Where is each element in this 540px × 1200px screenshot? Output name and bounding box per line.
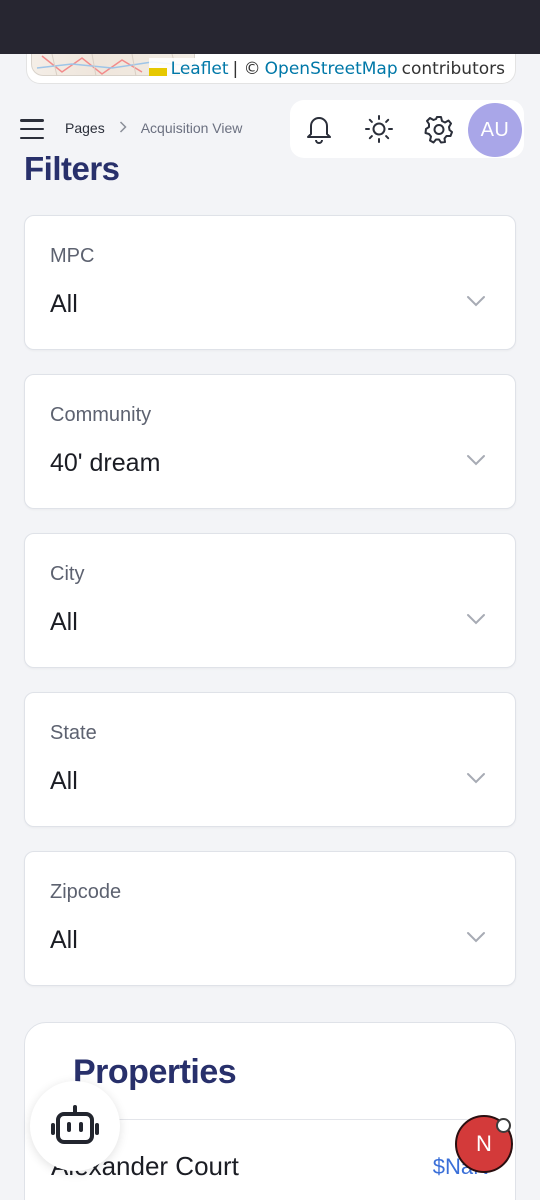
chevron-down-icon [467, 614, 485, 625]
chevron-right-icon [119, 121, 127, 133]
sun-icon[interactable] [364, 114, 394, 144]
attribution-suffix: contributors [401, 59, 505, 79]
filter-value: All [50, 290, 78, 318]
flag-icon [148, 68, 167, 76]
map-strip[interactable]: Leaflet | © OpenStreetMap contributors [26, 54, 516, 84]
breadcrumb: Pages Acquisition View [65, 120, 242, 136]
chatbot-button[interactable] [30, 1081, 120, 1171]
filter-state-select[interactable]: State All [24, 692, 516, 827]
bell-icon[interactable] [304, 114, 334, 144]
avatar[interactable]: AU [468, 103, 522, 157]
filter-value: 40' dream [50, 449, 161, 477]
filter-value: All [50, 926, 78, 954]
filter-label: City [50, 563, 85, 585]
leaflet-link[interactable]: Leaflet [171, 59, 229, 79]
filter-label: Zipcode [50, 881, 122, 903]
chevron-down-icon [467, 296, 485, 307]
menu-icon[interactable] [20, 119, 44, 139]
filter-value: All [50, 608, 78, 636]
filter-city-select[interactable]: City All [24, 533, 516, 668]
chevron-down-icon [467, 932, 485, 943]
openstreetmap-link[interactable]: OpenStreetMap [265, 59, 398, 79]
filter-label: State [50, 722, 97, 744]
breadcrumb-current: Acquisition View [140, 120, 243, 136]
badge-indicator-dot [496, 1118, 511, 1133]
filter-zipcode-select[interactable]: Zipcode All [24, 851, 516, 986]
filter-value: All [50, 767, 78, 795]
attribution-separator: | © [232, 59, 261, 79]
robot-icon [51, 1105, 99, 1144]
filter-mpc-select[interactable]: MPC All [24, 215, 516, 350]
chevron-down-icon [467, 455, 485, 466]
filter-community-select[interactable]: Community 40' dream [24, 374, 516, 509]
filter-label: Community [50, 404, 152, 426]
chevron-down-icon [467, 773, 485, 784]
breadcrumb-separator [119, 120, 127, 136]
status-bar [0, 0, 540, 54]
breadcrumb-pages[interactable]: Pages [65, 120, 105, 136]
map-attribution: Leaflet | © OpenStreetMap contributors [148, 58, 505, 80]
filter-label: MPC [50, 245, 95, 267]
gear-icon[interactable] [424, 114, 454, 144]
filters-title: Filters [24, 150, 120, 187]
